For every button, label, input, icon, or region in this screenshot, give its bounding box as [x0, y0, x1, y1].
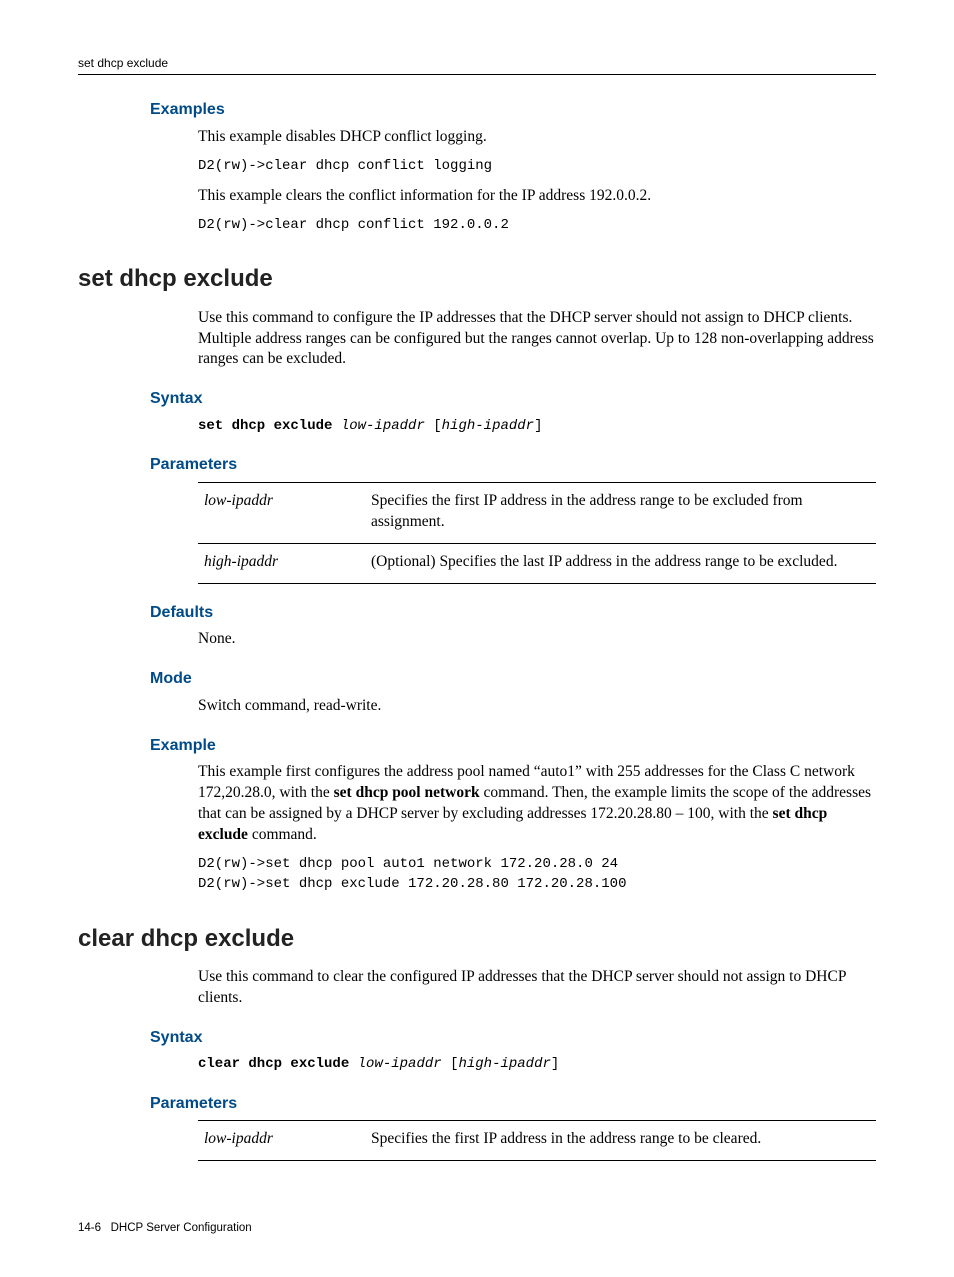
- heading-examples: Examples: [150, 99, 876, 121]
- param-desc: (Optional) Specifies the last IP address…: [365, 543, 876, 583]
- heading-syntax: Syntax: [150, 1027, 876, 1049]
- text-run: command.: [248, 826, 317, 843]
- param-desc: Specifies the first IP address in the ad…: [365, 482, 876, 543]
- syntax-arg: high-ipaddr: [458, 1056, 550, 1072]
- heading-syntax: Syntax: [150, 388, 876, 410]
- footer-title: DHCP Server Configuration: [111, 1222, 252, 1234]
- footer-page-number: 14-6: [78, 1222, 101, 1234]
- heading-defaults: Defaults: [150, 602, 876, 624]
- syntax-command: clear dhcp exclude: [198, 1056, 349, 1072]
- code-block: D2(rw)->clear dhcp conflict logging: [198, 156, 876, 176]
- paragraph: Use this command to configure the IP add…: [198, 308, 876, 371]
- param-name: low-ipaddr: [198, 1121, 365, 1161]
- syntax-command: set dhcp exclude: [198, 418, 332, 434]
- section-title-set-dhcp-exclude: set dhcp exclude: [78, 263, 876, 295]
- table-row: high-ipaddr (Optional) Specifies the las…: [198, 543, 876, 583]
- syntax-line: set dhcp exclude low-ipaddr [high-ipaddr…: [198, 416, 876, 436]
- syntax-line: clear dhcp exclude low-ipaddr [high-ipad…: [198, 1054, 876, 1074]
- syntax-arg: low-ipaddr: [358, 1056, 442, 1072]
- paragraph: Use this command to clear the configured…: [198, 967, 876, 1009]
- code-block: D2(rw)->clear dhcp conflict 192.0.0.2: [198, 215, 876, 235]
- syntax-bracket: ]: [551, 1056, 559, 1072]
- paragraph: None.: [198, 629, 876, 650]
- param-desc: Specifies the first IP address in the ad…: [365, 1121, 876, 1161]
- parameters-table: low-ipaddr Specifies the first IP addres…: [198, 1120, 876, 1161]
- paragraph: This example clears the conflict informa…: [198, 186, 876, 207]
- heading-example: Example: [150, 735, 876, 757]
- heading-parameters: Parameters: [150, 454, 876, 476]
- syntax-bracket: ]: [534, 418, 542, 434]
- running-header: set dhcp exclude: [78, 55, 876, 75]
- heading-mode: Mode: [150, 668, 876, 690]
- page-footer: 14-6 DHCP Server Configuration: [78, 1221, 876, 1237]
- syntax-arg: high-ipaddr: [442, 418, 534, 434]
- table-row: low-ipaddr Specifies the first IP addres…: [198, 1121, 876, 1161]
- paragraph: This example first configures the addres…: [198, 762, 876, 846]
- text-bold: set dhcp pool network: [334, 784, 480, 801]
- paragraph: This example disables DHCP conflict logg…: [198, 127, 876, 148]
- table-row: low-ipaddr Specifies the first IP addres…: [198, 482, 876, 543]
- syntax-arg: low-ipaddr: [341, 418, 425, 434]
- param-name: high-ipaddr: [198, 543, 365, 583]
- paragraph: Switch command, read-write.: [198, 696, 876, 717]
- param-name: low-ipaddr: [198, 482, 365, 543]
- code-block: D2(rw)->set dhcp pool auto1 network 172.…: [198, 854, 876, 895]
- syntax-bracket: [: [433, 418, 441, 434]
- heading-parameters: Parameters: [150, 1093, 876, 1115]
- section-title-clear-dhcp-exclude: clear dhcp exclude: [78, 923, 876, 955]
- page: set dhcp exclude Examples This example d…: [0, 0, 954, 1277]
- parameters-table: low-ipaddr Specifies the first IP addres…: [198, 482, 876, 584]
